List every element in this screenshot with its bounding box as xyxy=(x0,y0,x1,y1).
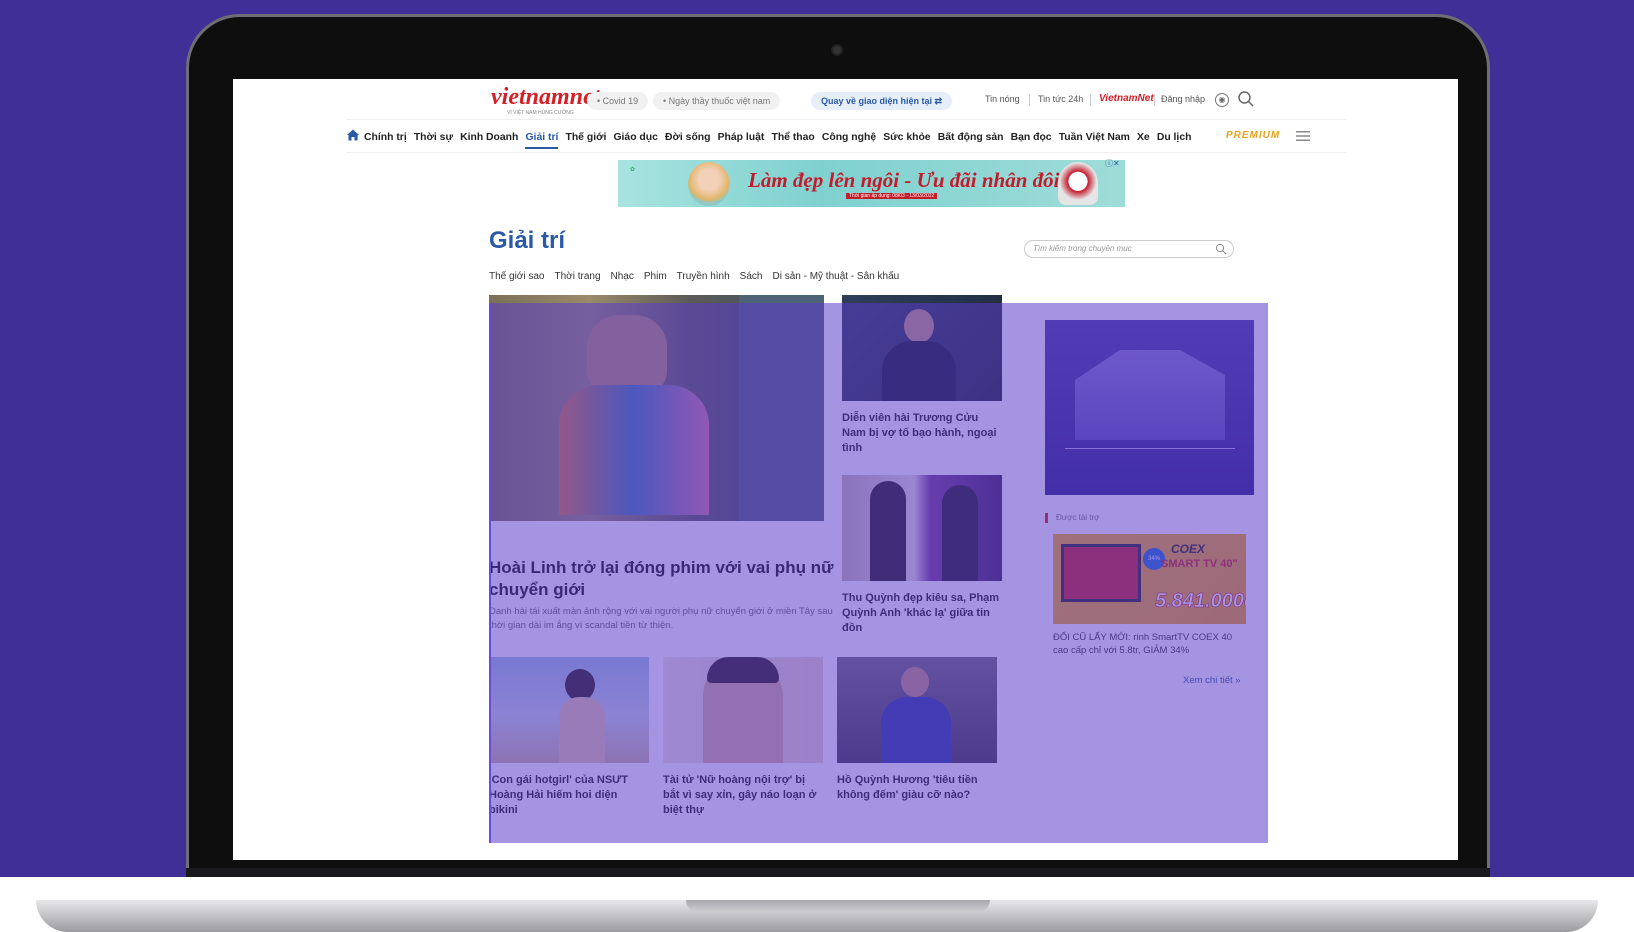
ad-banner[interactable]: ✿ Làm đẹp lên ngôi - Ưu đãi nhân đôi Thờ… xyxy=(618,160,1125,207)
article-2-title[interactable]: Thu Quỳnh đẹp kiêu sa, Phạm Quỳnh Anh 'k… xyxy=(842,591,1002,636)
ad-close-icon[interactable]: ⓘ✕ xyxy=(1105,158,1120,169)
article-1-face xyxy=(904,309,934,343)
nav-item[interactable]: Chính trị xyxy=(364,132,407,143)
article-4-image[interactable] xyxy=(663,657,823,763)
subnav-item[interactable]: Di sản - Mỹ thuật - Sân khấu xyxy=(772,271,899,282)
lead-article-summary: Danh hài tái xuất màn ảnh rộng với vai n… xyxy=(489,606,833,631)
subnav-item[interactable]: Sách xyxy=(740,271,763,282)
nav-item[interactable]: Kinh Doanh xyxy=(460,132,518,143)
covid-pill-label: Covid 19 xyxy=(602,96,639,106)
premium-link[interactable]: PREMIUM xyxy=(1226,130,1280,141)
teacher-day-pill[interactable]: • Ngày thầy thuốc việt nam xyxy=(653,92,781,110)
search-icon[interactable] xyxy=(1237,90,1255,108)
divider xyxy=(1029,94,1030,106)
login-link[interactable]: Đăng nhập xyxy=(1161,94,1205,104)
article-4-hair xyxy=(707,657,779,683)
article-2-image[interactable] xyxy=(842,475,1002,581)
nav-item[interactable]: Du lịch xyxy=(1157,132,1192,143)
section-subnav: Thế giới sao Thời trang Nhạc Phim Truyền hìn… xyxy=(489,271,909,282)
article-5-face xyxy=(901,667,929,697)
logo-wordmark: vietnamnet xyxy=(491,84,601,110)
nav-item[interactable]: Bạn đọc xyxy=(1011,132,1052,143)
tv-brand: COEX xyxy=(1171,542,1206,556)
lead-door xyxy=(739,295,824,521)
vietnamnet-brand-link[interactable]: VietnamNet xyxy=(1099,93,1154,104)
ad-building-image xyxy=(1075,350,1225,440)
lead-person-body xyxy=(559,385,709,515)
banner-product-image xyxy=(1058,162,1098,205)
teacher-day-label: Ngày thầy thuốc việt nam xyxy=(668,96,771,106)
divider xyxy=(1090,94,1091,106)
hot-news-link[interactable]: Tin nóng xyxy=(985,94,1020,104)
subnav-item[interactable]: Truyền hình xyxy=(677,271,730,282)
section-search-placeholder: Tìm kiếm trong chuyên mục xyxy=(1033,244,1132,253)
subnav-item[interactable]: Thời trang xyxy=(554,271,600,282)
section-search-input[interactable]: Tìm kiếm trong chuyên mục xyxy=(1024,240,1234,258)
article-5-image[interactable] xyxy=(837,657,997,763)
old-ui-button[interactable]: Quay về giao diện hiện tại ⇄ xyxy=(811,92,953,110)
main-nav: Chính trị Thời sự Kinh Doanh Giải trí Thế gi… xyxy=(346,119,1346,153)
article-5-dress xyxy=(881,697,951,763)
nav-item[interactable]: Bất động sản xyxy=(938,132,1004,143)
nav-item[interactable]: Công nghệ xyxy=(822,132,876,143)
banner-headline: Làm đẹp lên ngôi - Ưu đãi nhân đôi xyxy=(748,168,1060,192)
news-24h-link[interactable]: Tin tức 24h xyxy=(1038,94,1083,104)
nav-item[interactable]: Tuần Việt Nam xyxy=(1059,132,1130,143)
article-1-image[interactable] xyxy=(842,295,1002,401)
nav-item[interactable]: Thế giới xyxy=(565,132,606,143)
article-1-title[interactable]: Diễn viên hài Trương Cửu Nam bị vợ tố bạ… xyxy=(842,411,1002,456)
article-2-person-2 xyxy=(942,485,978,581)
browser-screen: vietnamnet VÌ VIỆT NAM HÙNG CƯỜNG • Covi… xyxy=(233,79,1458,860)
tv-image xyxy=(1061,544,1141,602)
see-details-link[interactable]: Xem chi tiết » xyxy=(1183,675,1241,686)
article-3-image[interactable] xyxy=(489,657,649,763)
tv-model: SMART TV 40" xyxy=(1161,558,1238,570)
old-ui-label: Quay về giao diện hiện tại xyxy=(821,96,933,106)
nav-item[interactable]: Giáo dục xyxy=(613,132,657,143)
nav-item[interactable]: Đời sống xyxy=(665,132,711,143)
logo-tagline: VÌ VIỆT NAM HÙNG CƯỜNG xyxy=(507,110,574,116)
home-icon[interactable] xyxy=(346,128,360,142)
covid-pill[interactable]: • Covid 19 xyxy=(587,92,649,110)
site-logo[interactable]: vietnamnet VÌ VIỆT NAM HÙNG CƯỜNG xyxy=(491,84,600,118)
hamburger-menu-icon[interactable] xyxy=(1296,130,1310,142)
divider xyxy=(1154,94,1155,106)
user-icon[interactable]: ◉ xyxy=(1215,93,1229,107)
article-3-title[interactable]: 'Con gái hotgirl' của NSƯT Hoàng Hải hiế… xyxy=(489,773,649,818)
article-4-title[interactable]: Tài tử 'Nữ hoàng nội trợ' bị bắt vì say … xyxy=(663,773,823,818)
banner-model-image xyxy=(688,162,730,206)
subnav-item[interactable]: Nhạc xyxy=(611,271,634,282)
top-bar: vietnamnet VÌ VIỆT NAM HÙNG CƯỜNG • Covi… xyxy=(233,79,1458,121)
lead-article-image[interactable] xyxy=(489,295,824,521)
nav-list: Chính trị Thời sự Kinh Doanh Giải trí Thế gi… xyxy=(364,120,1199,154)
nav-item[interactable]: Thể thao xyxy=(771,132,814,143)
sponsored-label: Được tài trợ xyxy=(1045,513,1099,523)
tv-ad-image[interactable]: 34% COEX SMART TV 40" 5.841.000đ xyxy=(1053,534,1246,624)
sidebar-ad-realestate[interactable] xyxy=(1045,320,1254,495)
article-5-title[interactable]: Hồ Quỳnh Hương 'tiêu tiền không đếm' già… xyxy=(837,773,997,803)
article-2-person-1 xyxy=(870,481,906,581)
tv-ad-description[interactable]: ĐỔI CŨ LẤY MỚI: rinh SmartTV COEX 40 cao… xyxy=(1053,631,1246,657)
banner-subtext: Thời gian áp dụng: 08/03 - 13/03/2022 xyxy=(846,193,938,199)
nav-item[interactable]: Sức khỏe xyxy=(883,132,930,143)
nav-item[interactable]: Xe xyxy=(1137,132,1150,143)
search-icon[interactable] xyxy=(1215,243,1227,255)
nav-item[interactable]: Pháp luật xyxy=(718,132,765,143)
tv-price: 5.841.000đ xyxy=(1155,590,1246,613)
subnav-item[interactable]: Thế giới sao xyxy=(489,271,544,282)
banner-logo-icon: ✿ xyxy=(630,167,636,173)
lead-person-figure xyxy=(587,315,667,395)
nav-item[interactable]: Thời sự xyxy=(414,132,453,143)
laptop-notch xyxy=(686,900,990,912)
nav-item[interactable]: Giải trí xyxy=(525,132,559,149)
section-title: Giải trí xyxy=(489,227,566,254)
webcam xyxy=(831,44,843,56)
article-3-body xyxy=(559,697,605,763)
subnav-item[interactable]: Phim xyxy=(644,271,667,282)
article-1-body xyxy=(882,341,956,401)
ad-script-line xyxy=(1065,448,1235,449)
lead-article-title[interactable]: Hoài Linh trở lại đóng phim với vai phụ … xyxy=(489,557,834,601)
